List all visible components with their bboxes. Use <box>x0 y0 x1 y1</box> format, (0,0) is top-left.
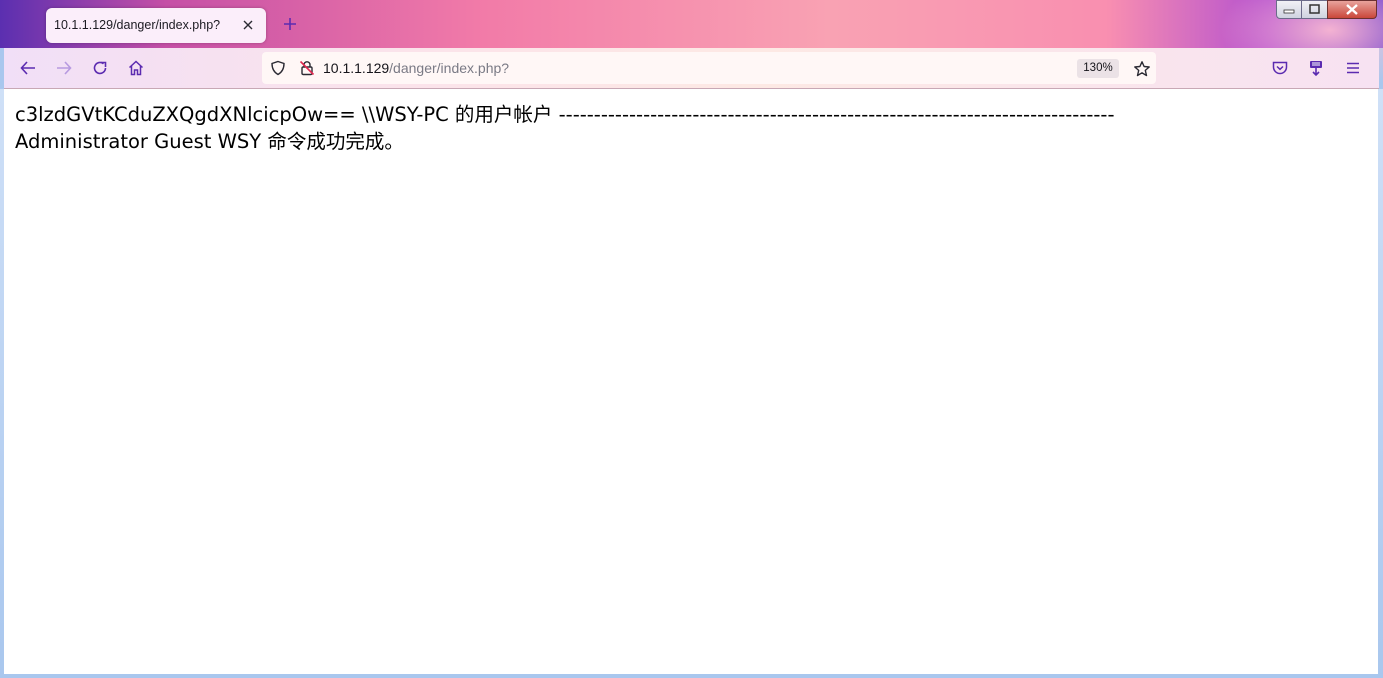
url-host: 10.1.1.129 <box>323 60 390 76</box>
tab-bar: 10.1.1.129/danger/index.php? <box>0 0 1383 90</box>
home-icon[interactable] <box>122 54 150 82</box>
tab-title: 10.1.1.129/danger/index.php? <box>54 18 221 32</box>
output-line-1: c3lzdGVtKCduZXQgdXNlcicpOw== \\WSY-PC 的用… <box>15 103 1115 126</box>
window-bottom-border <box>0 674 1383 678</box>
output-line-2: Administrator Guest WSY 命令成功完成。 <box>15 130 404 153</box>
navigation-toolbar: 10.1.1.129/danger/index.php? 130% <box>4 48 1379 89</box>
url-bar[interactable]: 10.1.1.129/danger/index.php? 130% <box>262 52 1156 84</box>
shield-icon[interactable] <box>270 60 286 80</box>
url-path: /danger/index.php? <box>389 60 510 76</box>
extension-icon[interactable] <box>1302 54 1330 82</box>
restore-button[interactable] <box>1301 0 1328 19</box>
insecure-lock-icon[interactable] <box>299 60 315 80</box>
command-output: c3lzdGVtKCduZXQgdXNlcicpOw== \\WSY-PC 的用… <box>15 101 1355 155</box>
window-close-button[interactable] <box>1327 0 1377 19</box>
page-content: c3lzdGVtKCduZXQgdXNlcicpOw== \\WSY-PC 的用… <box>4 89 1378 674</box>
back-arrow-icon[interactable] <box>14 54 42 82</box>
minimize-button[interactable] <box>1276 0 1302 19</box>
tab-close-icon[interactable] <box>238 14 258 36</box>
reload-icon[interactable] <box>86 54 114 82</box>
forward-arrow-icon[interactable] <box>50 54 78 82</box>
pocket-icon[interactable] <box>1266 54 1294 82</box>
star-icon[interactable] <box>1133 60 1151 82</box>
hamburger-menu-icon[interactable] <box>1339 54 1367 82</box>
new-tab-button[interactable] <box>280 14 300 34</box>
browser-window: 10.1.1.129/danger/index.php? 10.1.1.129/… <box>0 0 1383 678</box>
active-tab[interactable]: 10.1.1.129/danger/index.php? <box>46 8 266 43</box>
window-right-border <box>1378 89 1383 678</box>
url-text[interactable]: 10.1.1.129/danger/index.php? <box>323 60 509 76</box>
zoom-level-badge[interactable]: 130% <box>1077 59 1119 78</box>
